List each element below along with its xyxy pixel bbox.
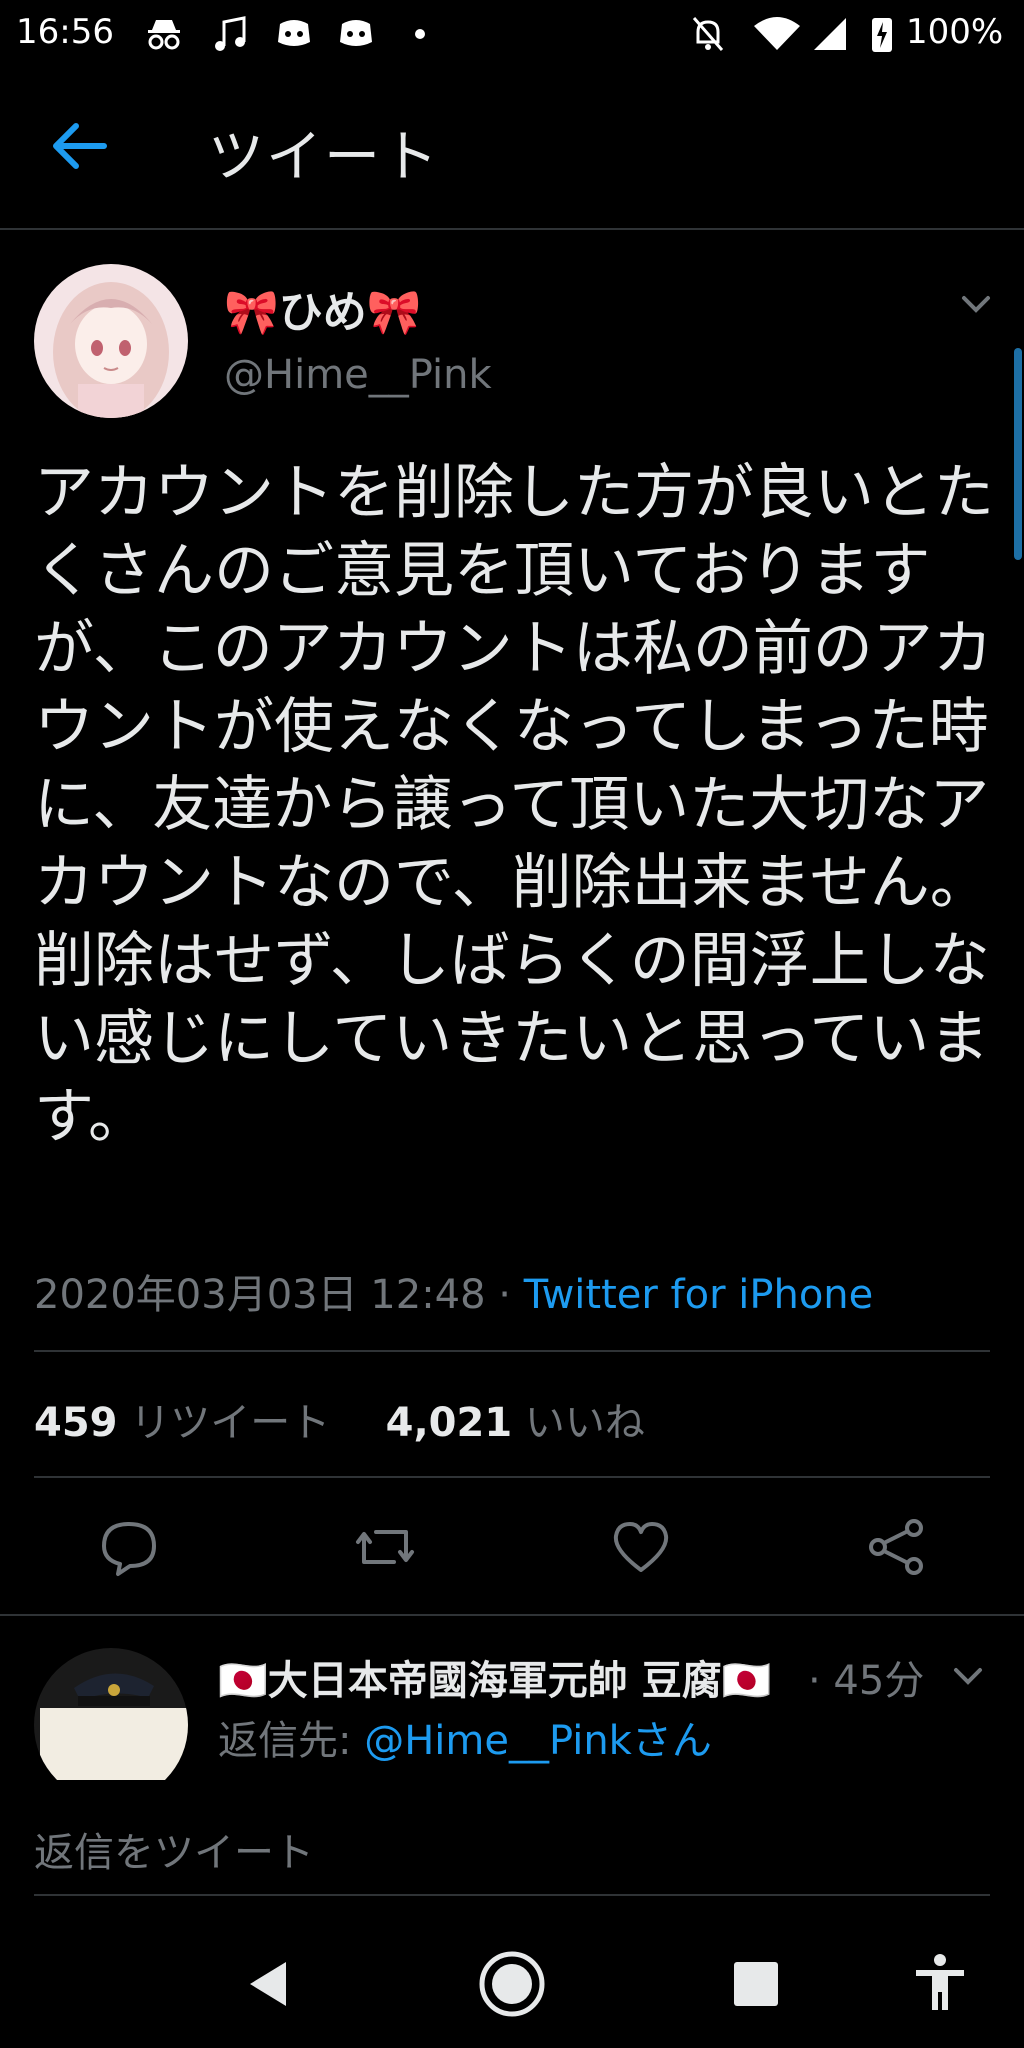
- reply-icon[interactable]: [94, 1512, 164, 1582]
- back-arrow-icon[interactable]: [44, 110, 116, 182]
- reply-to-label: 返信先:: [218, 1718, 365, 1764]
- battery-icon: [872, 18, 892, 52]
- status-bar: 16:56 100%: [0, 0, 1024, 70]
- accessibility-icon[interactable]: [904, 1948, 976, 2020]
- divider: [34, 1894, 990, 1896]
- divider: [0, 1614, 1024, 1616]
- likes-label: いいね: [524, 1400, 645, 1446]
- retweets-stat[interactable]: 459 リツイート: [34, 1400, 330, 1446]
- tweet-text: アカウントを削除した方が良いとたくさんのご意見を頂いておりますが、このアカウント…: [34, 458, 994, 1152]
- tweet-timestamp: 2020年03月03日 12:48: [34, 1272, 486, 1318]
- reply-display-name[interactable]: 🇯🇵大日本帝國海軍元帥 豆腐🇯🇵: [218, 1648, 772, 1706]
- dot-icon: [415, 29, 425, 39]
- reply-to-handle[interactable]: @Hime__Pinkさん: [364, 1718, 712, 1764]
- reply-compose-input[interactable]: 返信をツイート: [34, 1820, 314, 1878]
- retweets-count: 459: [34, 1400, 118, 1446]
- retweet-icon[interactable]: [350, 1512, 420, 1582]
- page-title: ツイート: [208, 125, 440, 190]
- tweet-source-link[interactable]: Twitter for iPhone: [524, 1272, 874, 1318]
- avatar[interactable]: [34, 264, 188, 418]
- likes-count: 4,021: [385, 1400, 513, 1446]
- divider: [34, 1350, 990, 1352]
- reply-time: · 45分: [808, 1658, 925, 1704]
- incognito-icon: [148, 20, 180, 50]
- wifi-icon: [754, 17, 800, 50]
- display-name[interactable]: 🎀ひめ🎀: [224, 276, 422, 340]
- nav-home-icon[interactable]: [476, 1948, 548, 2020]
- like-heart-icon[interactable]: [606, 1512, 676, 1582]
- discord-icon: [340, 20, 372, 46]
- avatar-illustration: [34, 264, 188, 418]
- battery-percent: 100%: [906, 12, 1004, 52]
- meta-separator: ·: [485, 1272, 524, 1318]
- header: ツイート: [0, 70, 1024, 230]
- signal-icon: [814, 18, 846, 50]
- retweets-label: リツイート: [130, 1400, 331, 1446]
- chevron-down-icon[interactable]: [954, 282, 998, 326]
- reply-avatar-image: [34, 1648, 188, 1802]
- discord-icon: [278, 20, 310, 46]
- nav-back-icon[interactable]: [232, 1948, 304, 2020]
- divider: [34, 1476, 990, 1478]
- share-icon[interactable]: [862, 1512, 932, 1582]
- status-time: 16:56: [16, 12, 114, 52]
- music-icon: [215, 16, 246, 51]
- likes-stat[interactable]: 4,021 いいね: [386, 1400, 645, 1446]
- tweet-meta: 2020年03月03日 12:48 · Twitter for iPhone: [34, 1262, 873, 1320]
- nav-recents-icon[interactable]: [720, 1948, 792, 2020]
- user-handle[interactable]: @Hime__Pink: [224, 352, 492, 398]
- tweet-stats: 459 リツイート 4,021 いいね: [34, 1390, 645, 1448]
- reply-to: 返信先: @Hime__Pinkさん: [218, 1708, 712, 1766]
- bell-off-icon: [692, 17, 724, 51]
- reply-avatar[interactable]: [34, 1648, 188, 1802]
- scroll-indicator: [1014, 348, 1022, 560]
- chevron-down-icon[interactable]: [948, 1656, 988, 1696]
